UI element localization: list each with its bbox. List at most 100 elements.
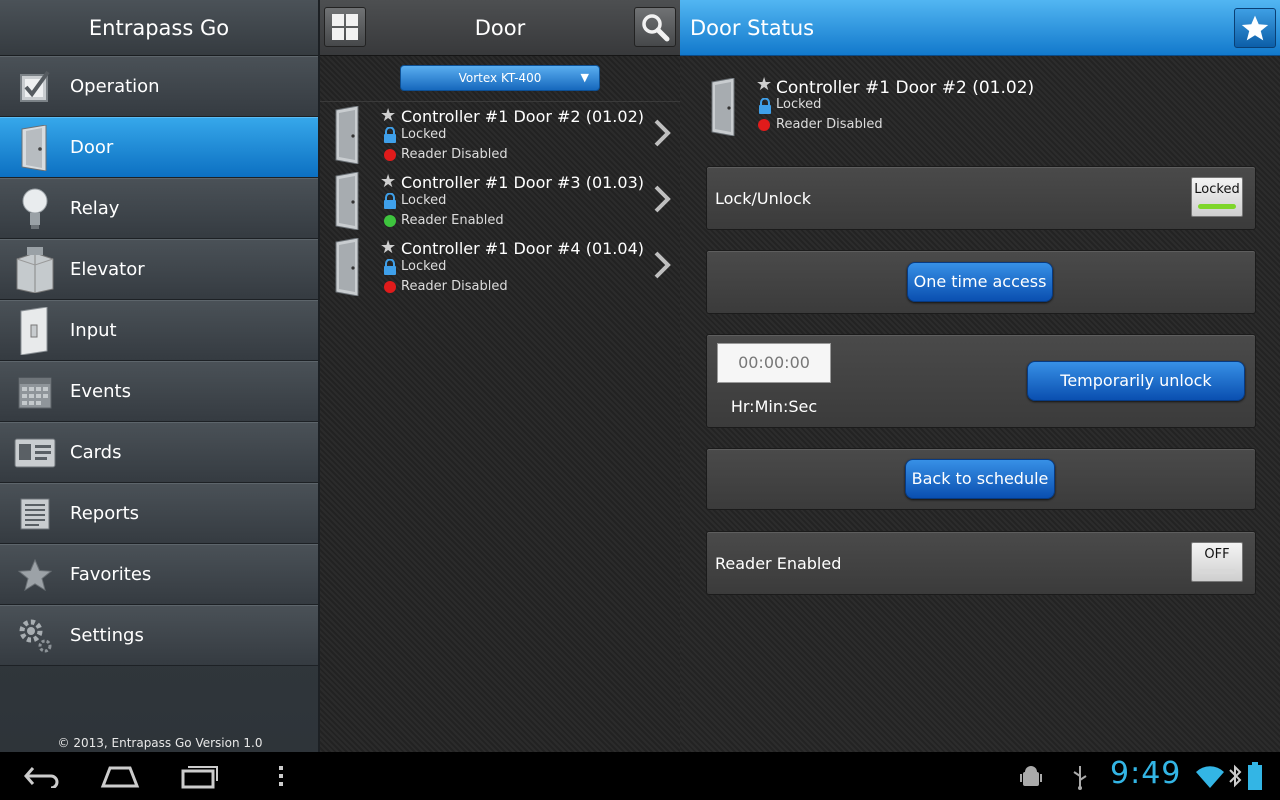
sidebar-item-relay[interactable]: Relay xyxy=(0,178,318,239)
chevron-right-icon xyxy=(654,119,671,147)
door-list-item[interactable]: ★ Controller #1 Door #4 (01.04) Locked R… xyxy=(320,234,680,300)
sidebar-item-label: Elevator xyxy=(70,259,145,280)
sidebar-item-settings[interactable]: Settings xyxy=(0,605,318,666)
reader-toggle[interactable]: OFF xyxy=(1191,542,1243,582)
back-arrow-icon xyxy=(24,767,59,788)
lock-state: Locked xyxy=(776,97,822,112)
controller-dropdown[interactable]: Vortex KT-400 ▼ xyxy=(400,65,600,91)
report-icon xyxy=(0,484,70,544)
sidebar-item-door[interactable]: Door xyxy=(0,117,318,178)
door-list: ★ Controller #1 Door #2 (01.02) Locked R… xyxy=(320,101,680,300)
sidebar-item-label: Input xyxy=(70,320,117,341)
gear-icon xyxy=(0,606,70,666)
recent-apps-button[interactable] xyxy=(178,760,222,792)
controller-dropdown-value: Vortex KT-400 xyxy=(458,71,542,85)
door-list-item[interactable]: ★ Controller #1 Door #3 (01.03) Locked R… xyxy=(320,168,680,234)
back-button[interactable] xyxy=(20,760,64,792)
lock-state: Locked xyxy=(401,193,447,208)
door-name: Controller #1 Door #4 (01.04) xyxy=(401,239,644,258)
bluetooth-icon xyxy=(1229,764,1242,788)
duration-input[interactable]: 00:00:00 xyxy=(717,343,831,383)
sidebar-item-operation[interactable]: Operation xyxy=(0,56,318,117)
more-vertical-icon xyxy=(279,766,283,786)
home-button[interactable] xyxy=(98,760,142,792)
chevron-right-icon xyxy=(654,185,671,213)
back-to-schedule-card: Back to schedule xyxy=(706,448,1256,510)
reader-state: Reader Disabled xyxy=(401,147,508,162)
door-name: Controller #1 Door #3 (01.03) xyxy=(401,173,644,192)
lock-unlock-toggle[interactable]: Locked xyxy=(1191,177,1243,217)
door-header: Door xyxy=(320,0,680,56)
sidebar: Entrapass Go Operation Door Relay Elevat… xyxy=(0,0,320,752)
selected-door-summary: ★ Controller #1 Door #2 (01.02) Locked R… xyxy=(704,74,1264,140)
chevron-right-icon xyxy=(654,251,671,279)
status-panel: Door Status ★ Controller #1 Door #2 (01.… xyxy=(680,0,1280,752)
app-title: Entrapass Go xyxy=(0,0,318,56)
sidebar-item-elevator[interactable]: Elevator xyxy=(0,239,318,300)
door-name: Controller #1 Door #2 (01.02) xyxy=(401,107,644,126)
lock-icon xyxy=(384,193,396,209)
overflow-menu-button[interactable] xyxy=(270,760,292,792)
door-list-item[interactable]: ★ Controller #1 Door #2 (01.02) Locked R… xyxy=(320,102,680,168)
door-icon xyxy=(0,118,70,178)
reader-status-dot xyxy=(384,149,396,161)
favorite-star-icon[interactable]: ★ xyxy=(756,74,772,95)
toggle-label: Locked xyxy=(1194,182,1240,197)
lock-unlock-label: Lock/Unlock xyxy=(715,189,812,208)
door-panel-title: Door xyxy=(474,16,526,40)
sidebar-item-favorites[interactable]: Favorites xyxy=(0,544,318,605)
checkbox-icon xyxy=(0,57,70,117)
sidebar-item-reports[interactable]: Reports xyxy=(0,483,318,544)
wifi-icon xyxy=(1196,766,1224,788)
reader-state: Reader Disabled xyxy=(776,117,883,132)
recent-apps-icon xyxy=(181,766,218,789)
toggle-indicator-bar xyxy=(1198,204,1236,209)
door-icon xyxy=(335,172,359,230)
door-icon xyxy=(335,106,359,164)
door-icon xyxy=(335,238,359,296)
search-icon xyxy=(642,14,670,42)
sidebar-item-label: Relay xyxy=(70,198,120,219)
reader-state: Reader Enabled xyxy=(401,213,504,228)
clock: 9:49 xyxy=(1110,756,1182,791)
reader-status-dot xyxy=(384,281,396,293)
favorite-star-icon[interactable]: ★ xyxy=(380,105,396,126)
favorite-star-icon[interactable]: ★ xyxy=(380,171,396,192)
one-time-access-button[interactable]: One time access xyxy=(907,262,1053,302)
status-header: Door Status xyxy=(680,0,1280,56)
search-button[interactable] xyxy=(634,7,676,47)
star-icon xyxy=(0,545,70,605)
duration-format-label: Hr:Min:Sec xyxy=(730,397,818,416)
temporary-unlock-card: 00:00:00 Hr:Min:Sec Temporarily unlock xyxy=(706,334,1256,428)
elevator-icon xyxy=(0,240,70,300)
add-favorite-button[interactable] xyxy=(1234,8,1276,48)
lock-icon xyxy=(759,98,771,114)
switch-icon xyxy=(0,301,70,361)
reader-status-dot xyxy=(384,215,396,227)
lock-unlock-card: Lock/Unlock Locked xyxy=(706,166,1256,230)
lock-state: Locked xyxy=(401,127,447,142)
caret-down-icon: ▼ xyxy=(580,71,589,84)
battery-icon xyxy=(1248,762,1262,790)
reader-state: Reader Disabled xyxy=(401,279,508,294)
sidebar-item-label: Operation xyxy=(70,76,160,97)
star-icon xyxy=(1241,15,1269,41)
reader-card: Reader Enabled OFF xyxy=(706,531,1256,595)
sidebar-item-events[interactable]: Events xyxy=(0,361,318,422)
usb-icon xyxy=(1073,766,1087,790)
toggle-indicator-bar xyxy=(1198,569,1236,574)
temporarily-unlock-button[interactable]: Temporarily unlock xyxy=(1027,361,1245,401)
sidebar-item-label: Events xyxy=(70,381,131,402)
door-panel: Door Vortex KT-400 ▼ ★ Controller #1 Doo… xyxy=(320,0,680,752)
system-navigation-bar: 9:49 xyxy=(0,752,1280,800)
lock-icon xyxy=(384,259,396,275)
favorite-star-icon[interactable]: ★ xyxy=(380,237,396,258)
toggle-label: OFF xyxy=(1204,547,1230,562)
back-to-schedule-button[interactable]: Back to schedule xyxy=(905,459,1055,499)
status-panel-title: Door Status xyxy=(690,16,815,40)
sidebar-item-cards[interactable]: Cards xyxy=(0,422,318,483)
sidebar-item-label: Cards xyxy=(70,442,122,463)
id-card-icon xyxy=(0,423,70,483)
sidebar-item-label: Door xyxy=(70,137,114,158)
sidebar-item-input[interactable]: Input xyxy=(0,300,318,361)
